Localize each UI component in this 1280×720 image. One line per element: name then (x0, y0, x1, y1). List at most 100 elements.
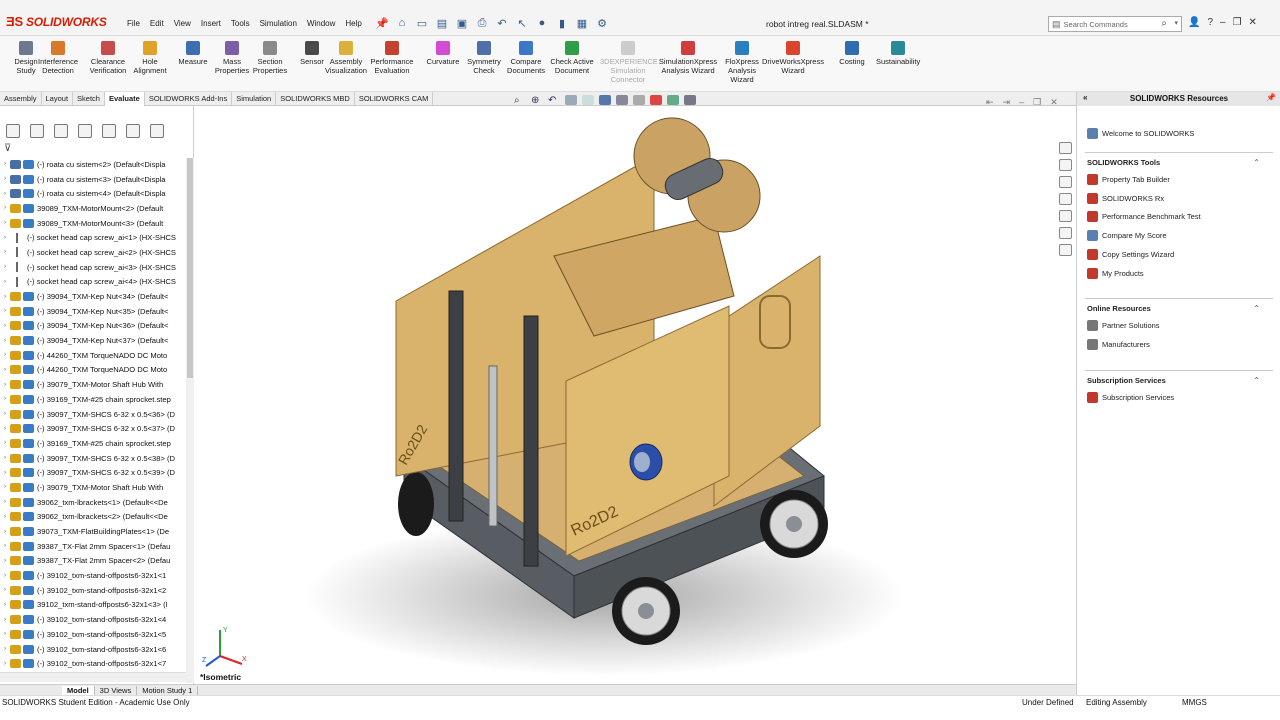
tree-item[interactable]: › (-) 39079_TXM-Motor Shaft Hub With (0, 480, 186, 495)
forum-tab-icon[interactable] (1059, 244, 1072, 256)
expand-arrow-icon[interactable]: › (0, 279, 10, 285)
menu-edit[interactable]: Edit (145, 19, 169, 28)
expand-arrow-icon[interactable]: › (0, 661, 10, 667)
ribbon-driveworksxpress-wizard-button[interactable]: DriveWorksXpress Wizard (760, 41, 826, 75)
resource-link-manufacturers[interactable]: Manufacturers (1087, 338, 1150, 350)
resource-link-compare-my-score[interactable]: Compare My Score (1087, 230, 1167, 242)
section-view-icon[interactable] (565, 95, 577, 105)
menu-view[interactable]: View (169, 19, 196, 28)
ribbon-clearance-verification-button[interactable]: Clearance Verification (86, 41, 130, 75)
welcome-link[interactable]: Welcome to SOLIDWORKS (1087, 128, 1194, 139)
expand-arrow-icon[interactable]: › (0, 499, 10, 505)
drive-motor[interactable] (629, 443, 663, 481)
expand-arrow-icon[interactable]: › (0, 543, 10, 549)
expand-arrow-icon[interactable]: › (0, 264, 10, 270)
ribbon-measure-button[interactable]: Measure (171, 41, 215, 66)
file-explorer-tab-icon[interactable] (1059, 176, 1072, 188)
lift-rail-left[interactable] (448, 290, 464, 522)
minimize-icon[interactable]: – (1220, 17, 1226, 28)
viewport-minimize-icon[interactable]: – (1019, 97, 1024, 108)
collapse-pane-icon[interactable]: « (1083, 93, 1087, 102)
configuration-manager-tab-icon[interactable] (54, 124, 68, 138)
bottom-tab-model[interactable]: Model (62, 685, 95, 695)
edit-appearance-icon[interactable] (650, 95, 662, 105)
more-tabs-icon[interactable] (150, 124, 164, 138)
tree-item[interactable]: › (-) 39079_TXM-Motor Shaft Hub With (0, 377, 186, 392)
tree-item[interactable]: › (-) 39102_txm-stand-offposts6-32x1<7 (0, 656, 186, 671)
expand-arrow-icon[interactable]: › (0, 294, 10, 300)
tree-item[interactable]: › 39089_TXM-MotorMount<3> (Default (0, 216, 186, 231)
ribbon-symmetry-check-button[interactable]: Symmetry Check (462, 41, 506, 75)
wheel-rear-left[interactable] (398, 472, 434, 536)
tree-item[interactable]: › (-) socket head cap screw_ai<1> (HX-SHC… (0, 230, 186, 245)
apply-scene-icon[interactable] (667, 95, 679, 105)
wheel-front-right[interactable] (760, 490, 828, 558)
tree-item[interactable]: › (-) 39102_txm-stand-offposts6-32x1<1 (0, 568, 186, 583)
lift-rail-rod[interactable] (488, 365, 498, 527)
chevron-down-icon[interactable]: ▾ (1174, 19, 1178, 27)
display-style-icon[interactable] (616, 95, 628, 105)
expand-arrow-icon[interactable]: › (0, 558, 10, 564)
appearances-tab-icon[interactable] (1059, 210, 1072, 222)
tree-item[interactable]: › (-) 39097_TXM-SHCS 6-32 x 0.5<37> (D (0, 421, 186, 436)
dimxpert-tab-icon[interactable] (78, 124, 92, 138)
tree-item[interactable]: › (-) socket head cap screw_ai<3> (HX-SHC… (0, 260, 186, 275)
tab-simulation[interactable]: Simulation (232, 92, 277, 106)
tree-item[interactable]: › 39073_TXM-FlatBuildingPlates<1> (De (0, 524, 186, 539)
help-icon[interactable]: ? (1207, 17, 1213, 28)
ribbon-costing-button[interactable]: Costing (830, 41, 874, 66)
tab-solidworks-mbd[interactable]: SOLIDWORKS MBD (276, 92, 355, 106)
expand-arrow-icon[interactable]: › (0, 646, 10, 652)
expand-arrow-icon[interactable]: › (0, 352, 10, 358)
search-commands-input[interactable]: ▤ Search Commands ⌕ ▾ (1048, 16, 1182, 32)
open-folder-icon[interactable]: ▤ (434, 15, 450, 31)
tree-horizontal-scrollbar[interactable] (0, 672, 186, 682)
section-title-subscription-services[interactable]: Subscription Services (1087, 376, 1166, 385)
select-arrow-icon[interactable]: ↖ (514, 15, 530, 31)
traffic-light-icon[interactable]: ● (534, 15, 550, 31)
viewport-restore-icon[interactable]: ❐ (1033, 97, 1041, 108)
viewport-close-icon[interactable]: ✕ (1050, 97, 1058, 108)
view-palette-tab-icon[interactable] (1059, 193, 1072, 205)
ribbon-simulationxpress-analysis-wizard-button[interactable]: SimulationXpress Analysis Wizard (656, 41, 720, 75)
tab-layout[interactable]: Layout (42, 92, 74, 106)
viewport-collapse-icon[interactable]: ⇤ (986, 97, 994, 108)
robot-model[interactable]: Ro2D2 Ro2D2 (194, 106, 1074, 684)
expand-arrow-icon[interactable]: › (0, 323, 10, 329)
tab-assembly[interactable]: Assembly (0, 92, 42, 106)
tree-item[interactable]: › (-) 39102_txm-stand-offposts6-32x1<4 (0, 612, 186, 627)
custom-properties-tab-icon[interactable] (1059, 227, 1072, 239)
tree-item[interactable]: › (-) 39094_TXM-Kep Nut<34> (Default< (0, 289, 186, 304)
resources-tab-icon[interactable] (1059, 142, 1072, 154)
expand-arrow-icon[interactable]: › (0, 514, 10, 520)
expand-arrow-icon[interactable]: › (0, 235, 10, 241)
tree-item[interactable]: › 39062_txm-lbrackets<2> (Default<<De (0, 510, 186, 525)
expand-arrow-icon[interactable]: › (0, 440, 10, 446)
tree-item[interactable]: › (-) 39102_txm-stand-offposts6-32x1<5 (0, 627, 186, 642)
viewport-expand-icon[interactable]: ⇥ (1003, 97, 1011, 108)
expand-arrow-icon[interactable]: › (0, 631, 10, 637)
tree-item[interactable]: › (-) socket head cap screw_ai<4> (HX-SHC… (0, 275, 186, 290)
ribbon-interference-detection-button[interactable]: Interference Detection (36, 41, 80, 75)
graphics-area[interactable]: Ro2D2 Ro2D2 Y X Z *Isometric (194, 106, 1074, 684)
hide-show-items-icon[interactable] (633, 95, 645, 105)
tree-item[interactable]: › (-) socket head cap screw_ai<2> (HX-SHC… (0, 245, 186, 260)
menu-tools[interactable]: Tools (226, 19, 255, 28)
ribbon-performance-evaluation-button[interactable]: Performance Evaluation (370, 41, 414, 75)
view-settings-icon[interactable] (684, 95, 696, 105)
cam-tab-icon[interactable] (126, 124, 140, 138)
options-gear-icon[interactable]: ⚙ (594, 15, 610, 31)
section-title-solidworks-tools[interactable]: SOLIDWORKS Tools (1087, 158, 1160, 167)
dynamic-annotation-icon[interactable] (582, 95, 594, 105)
design-library-tab-icon[interactable] (1059, 159, 1072, 171)
expand-arrow-icon[interactable]: › (0, 367, 10, 373)
menu-insert[interactable]: Insert (196, 19, 226, 28)
tab-sketch[interactable]: Sketch (73, 92, 105, 106)
tree-item[interactable]: › (-) 39169_TXM-#25 chain sprocket.step (0, 436, 186, 451)
expand-arrow-icon[interactable]: › (0, 617, 10, 623)
expand-arrow-icon[interactable]: › (0, 338, 10, 344)
ribbon-sustainability-button[interactable]: Sustainability (876, 41, 920, 66)
tab-solidworks-cam[interactable]: SOLIDWORKS CAM (355, 92, 434, 106)
ribbon-curvature-button[interactable]: Curvature (421, 41, 465, 66)
tree-item[interactable]: › 39387_TX-Flat 2mm Spacer<1> (Defau (0, 539, 186, 554)
